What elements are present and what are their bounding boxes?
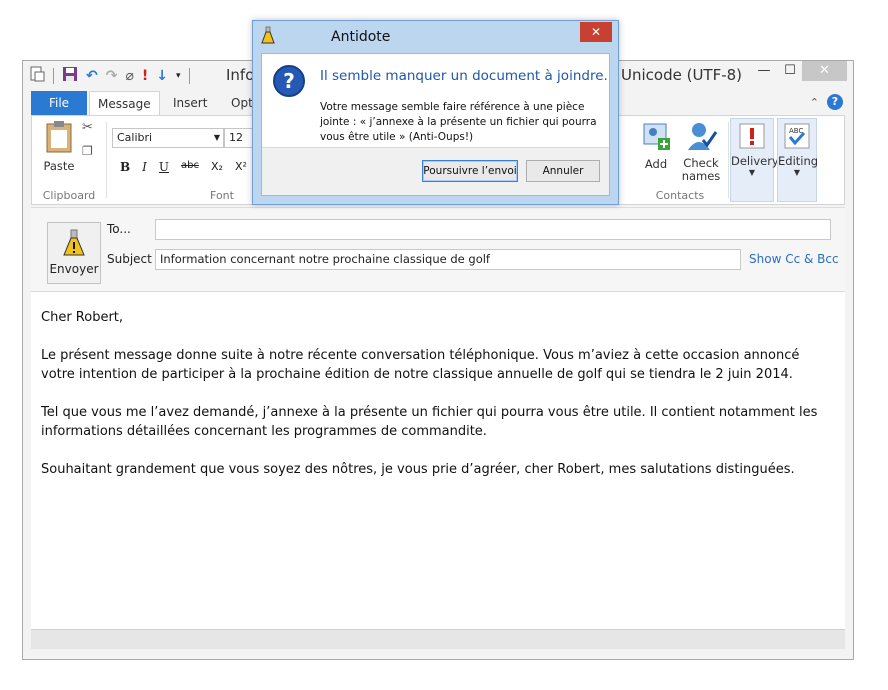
- body-paragraph-2: Tel que vous me l’avez demandé, j’annexe…: [41, 405, 818, 439]
- italic-button[interactable]: I: [142, 160, 147, 174]
- toolbar-separator: [188, 68, 190, 84]
- group-separator: [728, 122, 729, 198]
- high-importance-icon[interactable]: !: [142, 68, 148, 84]
- chevron-down-icon: ▼: [793, 168, 801, 177]
- save-icon[interactable]: [62, 66, 78, 86]
- address-book-icon: [632, 120, 680, 155]
- antidote-dialog: Antidote ✕ ? Il semble manquer un docume…: [252, 20, 619, 205]
- chevron-down-icon: ▼: [748, 168, 756, 177]
- font-name-select[interactable]: Calibri ▼: [112, 128, 224, 148]
- low-importance-icon[interactable]: ↓: [156, 68, 168, 84]
- editing-label: Editing: [778, 154, 819, 168]
- body-greeting: Cher Robert,: [41, 310, 124, 325]
- window-icon: [29, 66, 45, 86]
- dialog-message: Votre message semble faire référence à u…: [320, 101, 597, 143]
- send-button[interactable]: Envoyer: [47, 222, 101, 284]
- tab-message[interactable]: Message: [89, 91, 160, 115]
- delivery-button[interactable]: Delivery ▼: [730, 118, 779, 202]
- ribbon-controls: ⌃ ?: [810, 94, 843, 110]
- dialog-close-button[interactable]: ✕: [580, 22, 612, 42]
- continue-send-button[interactable]: Poursuivre l’envoi: [422, 160, 518, 182]
- strikethrough-button[interactable]: abc: [181, 160, 199, 174]
- attach-icon[interactable]: ⌀: [125, 68, 133, 84]
- collapse-ribbon-icon[interactable]: ⌃: [810, 96, 819, 109]
- redo-icon[interactable]: ↷: [106, 68, 118, 84]
- clipboard-icon: [38, 120, 80, 157]
- message-body[interactable]: Cher Robert, Le présent message donne su…: [31, 291, 845, 629]
- message-header: Envoyer To... Subject Information concer…: [31, 207, 845, 291]
- check-names-button[interactable]: Check names: [678, 120, 724, 183]
- window-title-encoding: Unicode (UTF-8): [621, 66, 743, 84]
- superscript-button[interactable]: X²: [235, 160, 247, 174]
- paste-label: Paste: [43, 159, 75, 173]
- tab-file[interactable]: File: [31, 91, 87, 115]
- toolbar-separator: [53, 68, 54, 84]
- body-paragraph-3: Souhaitant grandement que vous soyez des…: [41, 462, 795, 477]
- to-button[interactable]: To...: [107, 222, 131, 236]
- question-icon: ?: [272, 64, 306, 101]
- help-icon[interactable]: ?: [827, 94, 843, 110]
- quick-access-toolbar: ↶ ↷ ⌀ ! ↓ ▾: [29, 66, 190, 86]
- window-title: Info: [226, 66, 255, 84]
- person-check-icon: [678, 120, 724, 155]
- add-contact-button[interactable]: Add: [632, 120, 680, 171]
- show-cc-bcc-link[interactable]: Show Cc & Bcc: [749, 252, 839, 266]
- chevron-down-icon: ▼: [213, 133, 220, 142]
- copy-icon[interactable]: ❐: [82, 144, 93, 158]
- format-buttons: B I U abc X₂ X²: [120, 160, 247, 174]
- tab-insert[interactable]: Insert: [165, 91, 215, 115]
- to-field[interactable]: [155, 219, 831, 240]
- font-size-value: 12: [229, 131, 243, 144]
- clipboard-group-label: Clipboard: [42, 189, 96, 202]
- bold-button[interactable]: B: [120, 160, 130, 174]
- svg-text:?: ?: [283, 69, 295, 93]
- check-names-label-2: names: [681, 169, 721, 183]
- customize-toolbar-icon[interactable]: ▾: [176, 68, 181, 84]
- dialog-heading: Il semble manquer un document à joindre.: [320, 68, 608, 84]
- undo-icon[interactable]: ↶: [86, 68, 98, 84]
- exclamation-icon: [731, 123, 773, 152]
- paste-button[interactable]: Paste: [38, 120, 80, 173]
- font-name-value: Calibri: [117, 131, 153, 144]
- editing-button[interactable]: ABC Editing ▼: [777, 118, 819, 202]
- delivery-label: Delivery: [731, 154, 779, 168]
- spellcheck-icon: ABC: [778, 123, 816, 152]
- antidote-flask-icon: [261, 26, 275, 47]
- cancel-button[interactable]: Annuler: [526, 160, 600, 182]
- send-label: Envoyer: [49, 262, 99, 276]
- subject-field[interactable]: Information concernant notre prochaine c…: [155, 249, 741, 270]
- subscript-button[interactable]: X₂: [211, 160, 223, 174]
- dialog-title: Antidote: [331, 29, 391, 45]
- subject-label: Subject: [107, 252, 152, 266]
- group-separator: [106, 122, 107, 198]
- close-button[interactable]: ✕: [802, 61, 847, 81]
- cut-icon[interactable]: ✂: [82, 120, 93, 135]
- contacts-group-label: Contacts: [655, 189, 705, 202]
- antidote-flask-icon: [48, 229, 100, 260]
- add-label: Add: [644, 157, 668, 171]
- dialog-footer: Poursuivre l’envoi Annuler: [262, 147, 609, 195]
- maximize-button[interactable]: ☐: [775, 61, 805, 81]
- dialog-content: ? Il semble manquer un document à joindr…: [261, 53, 610, 196]
- body-paragraph-1: Le présent message donne suite à notre r…: [41, 348, 800, 382]
- underline-button[interactable]: U: [159, 160, 169, 174]
- status-bar: [31, 629, 845, 649]
